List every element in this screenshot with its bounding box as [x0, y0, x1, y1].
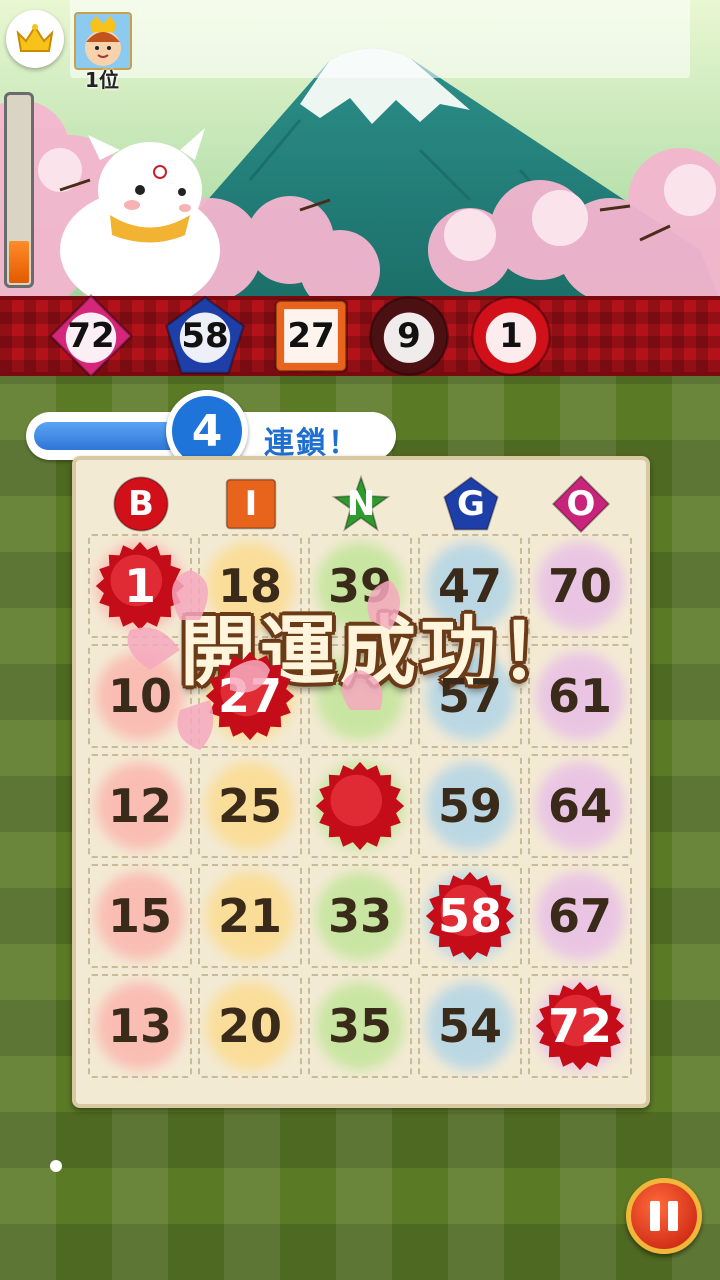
column-header-letter: N: [346, 484, 376, 524]
called-ball-number: 9: [397, 316, 421, 356]
called-ball-number: 1: [499, 316, 523, 356]
column-header-letter: G: [457, 484, 485, 524]
pause-icon: [646, 1201, 682, 1231]
called-ball-number: 58: [181, 316, 229, 356]
column-header-o: O: [548, 474, 614, 534]
avatar-face-icon: [76, 14, 130, 68]
scenery-background: 1位: [0, 0, 720, 300]
column-header-n: N: [328, 474, 394, 534]
cell-number: 25: [217, 779, 282, 833]
player-rank: 1位: [85, 68, 119, 92]
bingo-cell[interactable]: 54: [418, 974, 522, 1078]
column-header-letter: B: [128, 484, 154, 524]
cell-number: 12: [107, 779, 172, 833]
bingo-cell[interactable]: 15: [88, 864, 192, 968]
bingo-cell[interactable]: 20: [198, 974, 302, 1078]
cell-number: 72: [547, 999, 612, 1053]
sakura-petals-decoration: [127, 570, 400, 750]
bingo-cell[interactable]: 64: [528, 754, 632, 858]
bingo-cell[interactable]: 25: [198, 754, 302, 858]
cell-number: 57: [437, 669, 502, 723]
power-gauge: [4, 92, 34, 288]
cell-number: 13: [107, 999, 172, 1053]
called-balls-strip: 72 58 27 9 1: [0, 293, 720, 379]
ranking-button[interactable]: [6, 10, 64, 68]
cell-number: 54: [437, 999, 502, 1053]
cell-number: 67: [547, 889, 612, 943]
called-ball-3: 27: [268, 293, 354, 379]
power-gauge-fill: [9, 241, 29, 283]
sparkle-dot: [50, 1160, 62, 1172]
bingo-cell[interactable]: 21: [198, 864, 302, 968]
bingo-cell[interactable]: 67: [528, 864, 632, 968]
bingo-cell[interactable]: 72: [528, 974, 632, 1078]
bingo-cell[interactable]: 33: [308, 864, 412, 968]
cell-number: 21: [217, 889, 282, 943]
bingo-cell[interactable]: 13: [88, 974, 192, 1078]
called-ball-1: 72: [48, 293, 134, 379]
column-header-b: B: [108, 474, 174, 534]
column-header-letter: I: [244, 484, 258, 524]
cell-number: 33: [327, 889, 392, 943]
cell-number: 70: [547, 559, 612, 613]
top-hud-bar: [70, 0, 690, 78]
player-avatar[interactable]: [74, 12, 132, 70]
cell-number: 47: [437, 559, 502, 613]
column-header-letter: O: [566, 484, 596, 524]
cell-number: 15: [107, 889, 172, 943]
cell-number: 64: [547, 779, 612, 833]
cell-number: 35: [327, 999, 392, 1053]
bingo-cell[interactable]: 12: [88, 754, 192, 858]
bingo-cell[interactable]: 35: [308, 974, 412, 1078]
bingo-cell[interactable]: 58: [418, 864, 522, 968]
bingo-cell[interactable]: [308, 754, 412, 858]
called-ball-5: 1: [468, 293, 554, 379]
bingo-cell[interactable]: 59: [418, 754, 522, 858]
pause-button[interactable]: [626, 1178, 702, 1254]
cell-number: 61: [547, 669, 612, 723]
crown-icon: [16, 24, 54, 52]
called-ball-number: 72: [67, 316, 115, 356]
column-header-g: G: [438, 474, 504, 534]
called-ball-2: 58: [162, 293, 248, 379]
bingo-card: BINGO 1 18 39 47 70 10 27 57 61 12 25 59 64 15 21 33 58 6…: [72, 456, 650, 1108]
called-ball-number: 27: [287, 316, 335, 356]
cell-number: 58: [437, 889, 502, 943]
cell-number: 20: [217, 999, 282, 1053]
column-header-i: I: [218, 474, 284, 534]
marked-stamp-icon: [315, 761, 405, 851]
cell-number: 59: [437, 779, 502, 833]
called-ball-4: 9: [366, 293, 452, 379]
